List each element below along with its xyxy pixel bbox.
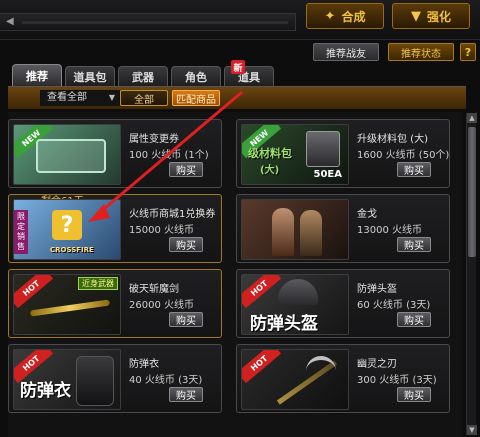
ticket-icon	[36, 139, 106, 173]
match-items-button[interactable]: 匹配商品	[172, 90, 220, 106]
item-name: 金戈	[357, 209, 377, 220]
vest-icon	[76, 356, 114, 406]
chevron-down-icon: ▼	[108, 93, 115, 102]
all-button[interactable]: 全部	[120, 90, 168, 106]
character-icon	[300, 210, 322, 256]
item-thumbnail: HOT 近身武器	[13, 274, 121, 335]
item-price: 100 火线币 (1个)	[129, 150, 209, 161]
item-name: 破天斩魔剑	[129, 284, 179, 295]
character-icon	[272, 208, 294, 256]
buy-button[interactable]: 购买	[169, 312, 203, 327]
item-name: 防弹头盔	[357, 284, 397, 295]
scroll-thumb[interactable]	[468, 127, 476, 257]
help-button[interactable]: ?	[460, 43, 476, 61]
hot-tag: HOT	[14, 275, 54, 309]
view-select[interactable]: 查看全部 ▼	[40, 90, 120, 106]
tab-weapons[interactable]: 武器	[118, 66, 168, 86]
item-card[interactable]: 剩余61天 限定销售 ? CROSSFIRE 火线币商城1兑换券 15000 火…	[8, 194, 222, 263]
speaker-icon: ◀	[6, 16, 14, 27]
hot-tag: HOT	[242, 350, 282, 384]
item-name: 属性变更券	[129, 134, 179, 145]
quantity-label: 50EA	[313, 169, 343, 180]
item-thumbnail: 限定销售 ? CROSSFIRE	[13, 199, 121, 260]
buy-button[interactable]: 购买	[397, 387, 431, 402]
wand-icon: ✦	[324, 8, 336, 24]
item-card[interactable]: HOT 幽灵之刃 300 火线币 (3天) 购买	[236, 344, 450, 413]
item-card[interactable]: HOT 防弹头盔 防弹头盔 60 火线币 (3天) 购买	[236, 269, 450, 338]
item-price: 300 火线币 (3天)	[357, 375, 437, 386]
item-thumbnail: NEW	[13, 124, 121, 185]
buy-button[interactable]: 购买	[397, 312, 431, 327]
item-price: 26000 火线币	[129, 300, 194, 311]
item-card[interactable]: HOT 防弹衣 防弹衣 40 火线币 (3天) 购买	[8, 344, 222, 413]
item-thumbnail: HOT 防弹头盔	[241, 274, 349, 335]
buy-button[interactable]: 购买	[397, 162, 431, 177]
item-thumbnail: HOT 防弹衣	[13, 349, 121, 410]
filter-bar: 查看全部 ▼ 全部 匹配商品	[8, 87, 466, 109]
view-select-value: 查看全部	[47, 92, 87, 103]
item-price: 60 火线币 (3天)	[357, 300, 431, 311]
melee-weapon-label: 近身武器	[78, 277, 118, 290]
item-name: 升级材料包 (大)	[357, 134, 428, 145]
item-name: 防弹衣	[129, 359, 159, 370]
item-price: 40 火线币 (3天)	[129, 375, 203, 386]
scroll-up-icon[interactable]: ▲	[467, 113, 477, 123]
item-thumbnail: HOT	[241, 349, 349, 410]
thumb-caption: 级材料包	[248, 147, 292, 160]
enhance-button[interactable]: ▼ 强化	[392, 3, 470, 29]
item-card[interactable]: NEW 级材料包 (大) 50EA 升级材料包 (大) 1600 火线币 (50…	[236, 119, 450, 188]
top-bar: ◀ ✦ 合成 ▼ 强化	[0, 0, 480, 40]
volume-slider[interactable]: ◀	[0, 13, 296, 31]
buy-button[interactable]: 购买	[169, 387, 203, 402]
chevron-down-icon: ▼	[410, 8, 421, 24]
merge-button-label: 合成	[341, 9, 366, 24]
scroll-down-icon[interactable]: ▼	[467, 425, 477, 435]
item-price: 13000 火线币	[357, 225, 422, 236]
item-card[interactable]: HOT 近身武器 破天斩魔剑 26000 火线币 购买	[8, 269, 222, 338]
buy-button[interactable]: 购买	[397, 237, 431, 252]
item-thumbnail: NEW 级材料包 (大) 50EA	[241, 124, 349, 185]
hot-tag: HOT	[242, 275, 282, 309]
question-icon: ?	[52, 210, 82, 240]
enhance-button-label: 强化	[426, 9, 451, 24]
buy-button[interactable]: 购买	[169, 162, 203, 177]
new-badge: 新	[231, 60, 245, 74]
merge-button[interactable]: ✦ 合成	[306, 3, 384, 29]
tab-items[interactable]: 道具 新	[224, 60, 274, 86]
recommend-friends-button[interactable]: 推荐战友	[313, 43, 379, 61]
buy-button[interactable]: 购买	[169, 237, 203, 252]
item-name: 火线币商城1兑换券	[129, 209, 216, 220]
item-grid: NEW 属性变更券 100 火线币 (1个) 购买 NEW 级材料包 (大) 5…	[8, 112, 462, 437]
item-name: 幽灵之刃	[357, 359, 397, 370]
item-card[interactable]: 金戈 13000 火线币 购买	[236, 194, 450, 263]
item-card[interactable]: NEW 属性变更券 100 火线币 (1个) 购买	[8, 119, 222, 188]
volume-track[interactable]	[22, 21, 288, 24]
recommend-status-button[interactable]: 推荐状态	[388, 43, 454, 61]
item-price: 15000 火线币	[129, 225, 194, 236]
crossfire-logo: CROSSFIRE	[50, 246, 94, 254]
limited-sale-label: 限定销售	[14, 210, 28, 254]
tab-characters[interactable]: 角色	[171, 66, 221, 86]
scrollbar[interactable]: ▲ ▼	[466, 113, 477, 435]
thumb-caption: 防弹头盔	[250, 314, 318, 334]
thumb-caption-sub: (大)	[260, 165, 280, 176]
item-price: 1600 火线币 (50个)	[357, 150, 450, 161]
crate-icon	[306, 131, 340, 167]
sword-icon	[29, 299, 111, 317]
scythe-blade-icon	[306, 356, 336, 374]
item-thumbnail	[241, 199, 349, 260]
tab-recommend[interactable]: 推荐	[12, 64, 62, 86]
tab-item-pack[interactable]: 道具包	[65, 66, 115, 86]
helmet-icon	[278, 279, 318, 305]
thumb-caption: 防弹衣	[20, 381, 71, 401]
category-tabs: 推荐 道具包 武器 角色 道具 新	[12, 60, 274, 86]
